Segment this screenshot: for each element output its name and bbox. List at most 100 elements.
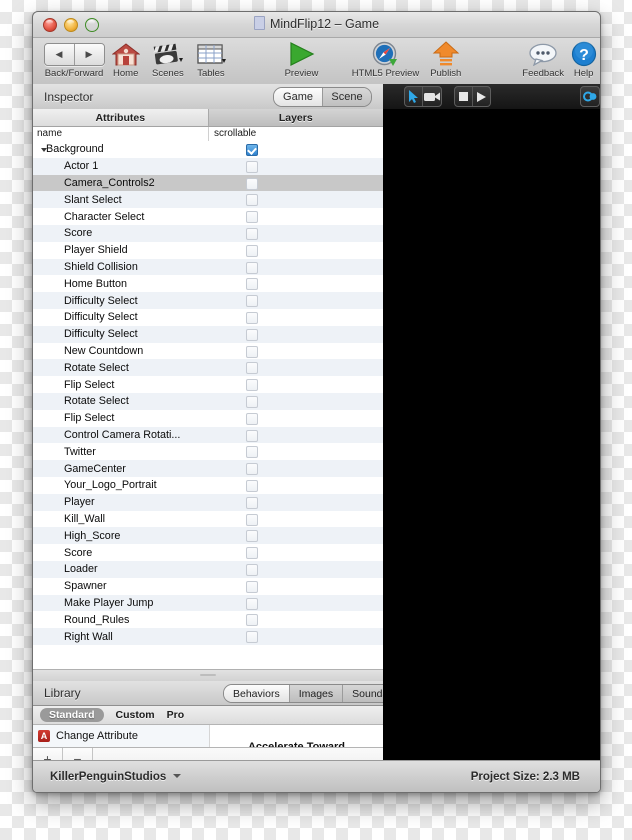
library-tab-behaviors[interactable]: Behaviors (224, 685, 289, 702)
table-row[interactable]: Loader (33, 560, 383, 578)
speech-bubble-icon[interactable] (528, 41, 558, 67)
toolbar-home[interactable]: Home (105, 38, 146, 79)
table-row[interactable]: Rotate Select (33, 392, 383, 410)
scrollable-checkbox[interactable] (246, 227, 258, 240)
scrollable-checkbox[interactable] (246, 177, 258, 190)
table-row[interactable]: Character Select (33, 208, 383, 225)
orange-up-arrow-icon[interactable] (432, 41, 460, 67)
playback-group[interactable] (453, 86, 492, 107)
scrollable-checkbox[interactable] (246, 412, 258, 425)
tab-attributes[interactable]: Attributes (33, 109, 208, 126)
scrollable-checkbox[interactable] (246, 496, 258, 509)
table-row[interactable]: Score (33, 544, 383, 561)
game-canvas[interactable] (383, 109, 600, 761)
table-row[interactable]: Score (33, 224, 383, 242)
table-row[interactable]: Twitter (33, 443, 383, 461)
table-row[interactable]: Difficulty Select (33, 325, 383, 343)
table-row[interactable]: Kill_Wall (33, 510, 383, 528)
scrollable-checkbox[interactable] (246, 614, 258, 627)
table-row[interactable]: Actor 1 (33, 157, 383, 175)
column-header-scrollable[interactable]: scrollable (209, 127, 383, 141)
table-row[interactable]: Right Wall (33, 628, 383, 645)
chevron-down-icon[interactable] (173, 773, 182, 778)
toolbar-help[interactable]: ? Help (567, 38, 600, 79)
library-type-segmented-control[interactable]: Behaviors Images Sounds (223, 684, 398, 703)
scrollable-checkbox[interactable] (246, 479, 258, 492)
preview-tool-group[interactable] (404, 86, 442, 107)
table-row[interactable]: Home Button (33, 275, 383, 293)
scrollable-checkbox[interactable] (246, 144, 258, 156)
toolbar-scenes[interactable]: Scenes (146, 38, 189, 79)
library-tab-images[interactable]: Images (288, 685, 343, 702)
table-row[interactable]: Spawner (33, 577, 383, 595)
link-chain-icon[interactable] (581, 87, 599, 106)
scrollable-checkbox[interactable] (246, 211, 258, 224)
table-row[interactable]: Player Shield (33, 241, 383, 259)
forward-arrow-icon[interactable]: ▶ (74, 43, 104, 65)
table-row[interactable]: Player (33, 493, 383, 511)
table-row[interactable]: Difficulty Select (33, 308, 383, 326)
scrollable-checkbox[interactable] (246, 631, 258, 644)
clapperboard-icon[interactable] (152, 41, 184, 67)
scrollable-checkbox[interactable] (246, 328, 258, 341)
scrollable-checkbox[interactable] (246, 362, 258, 375)
scrollable-checkbox[interactable] (246, 580, 258, 593)
scrollable-checkbox[interactable] (246, 446, 258, 459)
scrollable-checkbox[interactable] (246, 160, 258, 173)
library-item-change-attribute[interactable]: A Change Attribute (33, 725, 210, 747)
table-row[interactable]: Round_Rules (33, 611, 383, 629)
table-row[interactable]: New Countdown (33, 342, 383, 360)
column-header-name[interactable]: name (33, 127, 209, 141)
scrollable-checkbox[interactable] (246, 379, 258, 392)
inspector-mode-scene[interactable]: Scene (322, 88, 371, 106)
toolbar-feedback[interactable]: Feedback (519, 38, 567, 79)
inspector-mode-segmented-control[interactable]: Game Scene (273, 87, 372, 107)
toolbar-tables[interactable]: Tables (189, 38, 232, 79)
table-grid-icon[interactable] (196, 41, 226, 67)
library-source-pro[interactable]: Pro (167, 709, 185, 721)
scrollable-checkbox[interactable] (246, 429, 258, 442)
scrollable-checkbox[interactable] (246, 463, 258, 476)
inspector-mode-game[interactable]: Game (274, 88, 322, 106)
compass-safari-icon[interactable] (372, 41, 398, 67)
scrollable-checkbox[interactable] (246, 563, 258, 576)
table-row[interactable]: Difficulty Select (33, 292, 383, 309)
table-row[interactable]: Control Camera Rotati... (33, 426, 383, 444)
table-row[interactable]: Rotate Select (33, 359, 383, 377)
toolbar-preview[interactable]: Preview (276, 38, 326, 79)
scrollable-checkbox[interactable] (246, 345, 258, 358)
account-menu[interactable]: KillerPenguinStudios (50, 771, 182, 783)
table-row[interactable]: Camera_Controls2 (33, 174, 383, 192)
disclosure-triangle-icon[interactable] (41, 148, 47, 152)
scrollable-checkbox[interactable] (246, 244, 258, 257)
table-row[interactable]: High_Score (33, 527, 383, 545)
scrollable-checkbox[interactable] (246, 311, 258, 324)
question-mark-circle-icon[interactable]: ? (571, 41, 597, 67)
link-group[interactable] (580, 86, 600, 107)
toolbar-back-forward[interactable]: ◀ ▶ Back/Forward (43, 38, 105, 79)
layers-list[interactable]: Background Actor 1 Camera_Controls2 Slant S… (33, 141, 383, 739)
home-icon[interactable] (111, 41, 140, 67)
table-row[interactable]: Slant Select (33, 191, 383, 209)
scrollable-checkbox[interactable] (246, 530, 258, 543)
play-triangle-icon[interactable] (285, 41, 317, 67)
video-camera-icon[interactable] (422, 87, 440, 106)
pointer-arrow-icon[interactable] (405, 87, 422, 106)
back-arrow-icon[interactable]: ◀ (44, 43, 75, 65)
back-forward-segmented-icon[interactable]: ◀ ▶ (43, 42, 105, 66)
table-row[interactable]: Your_Logo_Portrait (33, 476, 383, 494)
table-row[interactable]: Background (33, 141, 383, 158)
table-row[interactable]: Flip Select (33, 409, 383, 427)
toolbar-html5-preview[interactable]: HTML5 Preview (348, 38, 422, 79)
library-source-custom[interactable]: Custom (116, 709, 155, 721)
table-row[interactable]: GameCenter (33, 460, 383, 477)
play-triangle-icon[interactable] (472, 87, 490, 106)
toolbar-publish[interactable]: Publish (423, 38, 470, 79)
scrollable-checkbox[interactable] (246, 261, 258, 274)
tab-layers[interactable]: Layers (207, 109, 383, 126)
scrollable-checkbox[interactable] (246, 194, 258, 207)
scrollable-checkbox[interactable] (246, 547, 258, 560)
table-row[interactable]: Flip Select (33, 376, 383, 393)
scrollable-checkbox[interactable] (246, 278, 258, 291)
library-source-standard[interactable]: Standard (40, 708, 104, 722)
